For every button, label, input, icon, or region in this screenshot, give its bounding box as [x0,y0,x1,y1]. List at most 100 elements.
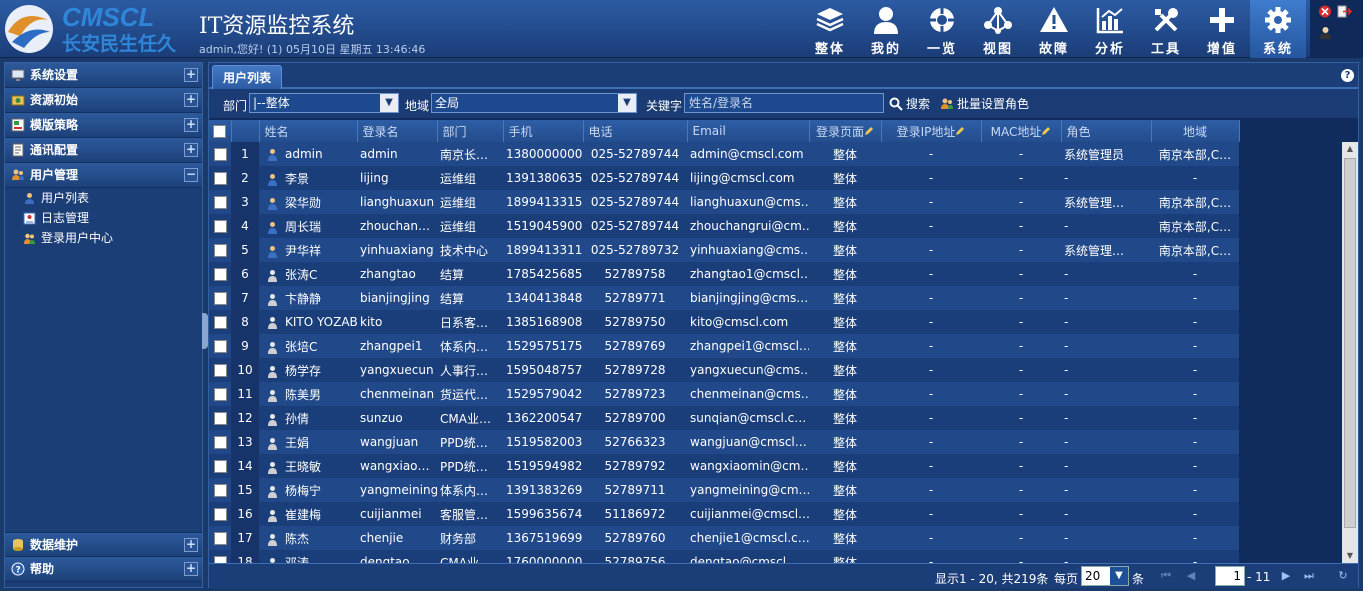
row-checkbox[interactable] [213,220,227,233]
cell-region: - [1192,411,1198,425]
column-header[interactable]: 登录名 [357,120,438,142]
row-checkbox[interactable] [213,340,227,353]
column-header[interactable]: 角色 [1061,120,1152,142]
sidebar-section-help[interactable]: ? 帮助 + [5,557,202,582]
logout-icon[interactable] [1337,5,1352,18]
table-row[interactable]: 2 李景 lijing 运维组 13913806355 025-52789744 lijin… [209,166,1239,190]
row-checkbox[interactable] [213,292,227,305]
table-row[interactable]: 17 陈杰 chenjie 财务部 13675196993 52789760 chenjie… [209,526,1239,550]
scroll-down-icon[interactable]: ▼ [1342,549,1358,563]
expand-icon[interactable]: + [184,143,198,157]
nav-mine[interactable]: 我的 [858,0,914,58]
column-header[interactable]: 登录IP地址 [881,120,982,142]
row-checkbox[interactable] [213,436,227,449]
prev-page-icon[interactable]: ◀ [1184,569,1198,583]
table-row[interactable]: 15 杨梅宁 yangmeining 体系内… 13913832691 52789711 y… [209,478,1239,502]
sidebar-section-user-management[interactable]: 用户管理 − [5,163,202,188]
row-checkbox[interactable] [213,508,227,521]
vertical-scrollbar[interactable]: ▲ ▼ [1342,142,1358,563]
per-page-select[interactable]: 20 ▼ [1081,566,1129,586]
first-page-icon[interactable]: ⏮ [1159,569,1173,583]
scroll-thumb[interactable] [1344,158,1356,528]
nav-tools[interactable]: 工具 [1138,0,1194,58]
row-checkbox[interactable] [213,244,227,257]
row-checkbox[interactable] [213,532,227,545]
collapse-icon[interactable]: − [184,168,198,182]
next-page-icon[interactable]: ▶ [1279,569,1293,583]
refresh-icon[interactable]: ↻ [1336,569,1350,583]
sidebar-section-comm-config[interactable]: 通讯配置 + [5,138,202,163]
column-header[interactable]: 电话 [583,120,688,142]
batch-role-button[interactable]: 批量设置角色 [940,95,1029,112]
expand-icon[interactable]: + [184,118,198,132]
row-checkbox[interactable] [213,556,227,563]
column-header[interactable]: 部门 [437,120,504,142]
row-checkbox[interactable] [213,268,227,281]
table-row[interactable]: 5 尹华祥 yinhuaxiang 技术中心 18994133118 025-527897… [209,238,1239,262]
sidebar-item-login-user-center[interactable]: 登录用户中心 [5,228,202,248]
table-row[interactable]: 6 张涛C zhangtao 结算 17854256857 52789758 zhangta… [209,262,1239,286]
row-checkbox[interactable] [213,484,227,497]
sidebar-item-user-list[interactable]: 用户列表 [5,188,202,208]
column-header[interactable]: MAC地址 [981,120,1062,142]
sidebar-section-resource-init[interactable]: 资源初始 + [5,88,202,113]
account-icon[interactable] [1318,26,1333,39]
table-row[interactable]: 11 陈美男 chenmeinan 货运代… 15295790421 52789723 ch… [209,382,1239,406]
table-row[interactable]: 7 卞静静 bianjingjing 结算 13404138480 52789771 bia… [209,286,1239,310]
column-header[interactable]: 地域 [1151,120,1240,142]
table-row[interactable]: 18 邓涛 dengtao CMA业… 17600000000 52789756 dengt… [209,550,1239,563]
table-row[interactable]: 1 admin admin 南京长… 13800000000 025-52789744 ad… [209,142,1239,166]
close-icon[interactable] [1318,5,1333,18]
column-header[interactable]: 登录页面 [809,120,882,142]
nav-overall[interactable]: 整体 [802,0,858,58]
select-all-checkbox[interactable] [213,125,227,138]
search-button[interactable]: 搜索 [889,95,930,112]
nav-overview[interactable]: 一览 [914,0,970,58]
table-row[interactable]: 14 王晓敏 wangxiao… PPD统… 15195949829 52789792 wa… [209,454,1239,478]
region-select[interactable]: 全局 ▼ [431,93,637,113]
table-row[interactable]: 12 孙倩 sunzuo CMA业… 13622005470 52789700 sunqia… [209,406,1239,430]
nav-value-added[interactable]: 增值 [1194,0,1250,58]
last-page-icon[interactable]: ⏭ [1302,569,1316,583]
nav-view[interactable]: 视图 [970,0,1026,58]
cell-login: admin [360,147,398,161]
help-icon[interactable]: ? [1341,69,1354,82]
row-checkbox[interactable] [213,460,227,473]
keyword-input[interactable]: 姓名/登录名 [684,93,884,113]
row-checkbox[interactable] [213,364,227,377]
column-header[interactable]: 姓名 [259,120,358,142]
table-row[interactable]: 16 崔建梅 cuijianmei 客服管… 15996356740 51186972 cu… [209,502,1239,526]
row-checkbox[interactable] [213,148,227,161]
row-checkbox[interactable] [213,388,227,401]
page-number-input[interactable]: 1 [1215,566,1245,586]
sidebar-section-data-maintenance[interactable]: 数据维护 + [5,532,202,557]
scroll-up-icon[interactable]: ▲ [1342,142,1358,156]
table-row[interactable]: 9 张培C zhangpei1 体系内… 15295751759 52789769 zhan… [209,334,1239,358]
expand-icon[interactable]: + [184,538,198,552]
nav-fault[interactable]: 故障 [1026,0,1082,58]
expand-icon[interactable]: + [184,68,198,82]
cell-phone: 52789760 [604,531,666,545]
table-row[interactable]: 3 梁华勋 lianghuaxun 运维组 18994133158 025-5278974… [209,190,1239,214]
expand-icon[interactable]: + [184,562,198,576]
row-checkbox-cell [209,142,231,166]
table-row[interactable]: 10 杨学存 yangxuecun 人事行… 15950487571 52789728 ya… [209,358,1239,382]
cell-phone: 025-52789744 [590,219,680,233]
column-header[interactable]: 手机 [503,120,584,142]
row-checkbox[interactable] [213,412,227,425]
row-checkbox[interactable] [213,196,227,209]
sidebar-section-system-settings[interactable]: 系统设置 + [5,63,202,88]
table-row[interactable]: 4 周长瑞 zhouchan… 运维组 15190459007 025-52789744 z… [209,214,1239,238]
nav-analysis[interactable]: 分析 [1082,0,1138,58]
tab-user-list[interactable]: 用户列表 [212,65,283,89]
row-checkbox[interactable] [213,172,227,185]
column-header[interactable]: Email [687,120,810,142]
nav-system[interactable]: 系统 [1250,0,1306,58]
table-row[interactable]: 13 王娟 wangjuan PPD统… 15195820035 52766323 wang… [209,430,1239,454]
sidebar-section-templates[interactable]: 模版策略 + [5,113,202,138]
dept-select[interactable]: |--整体 ▼ [249,93,399,113]
sidebar-item-log-management[interactable]: 日志管理 [5,208,202,228]
table-row[interactable]: 8 KITO YOZABUkito 日系客… 13851689084 52789750 k… [209,310,1239,334]
expand-icon[interactable]: + [184,93,198,107]
row-checkbox[interactable] [213,316,227,329]
